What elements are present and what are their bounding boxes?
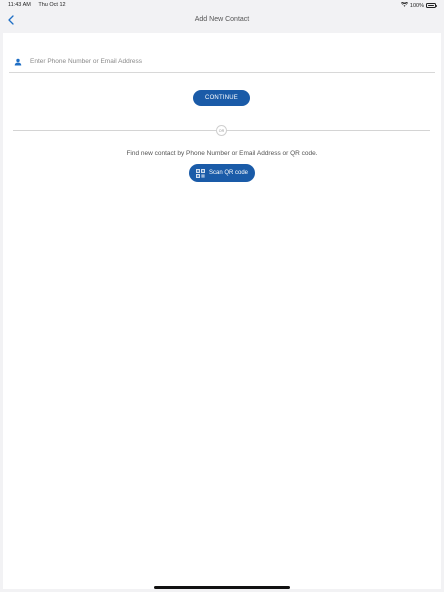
content-card: CONTINUE OR Find new contact by Phone Nu… bbox=[3, 33, 441, 589]
status-right: 100% bbox=[400, 1, 437, 9]
status-date: Thu Oct 12 bbox=[38, 2, 66, 8]
contact-input-row bbox=[9, 51, 435, 73]
page-title: Add New Contact bbox=[194, 16, 250, 23]
home-indicator bbox=[154, 586, 290, 589]
or-badge: OR bbox=[216, 125, 227, 136]
screen: 11:43 AM Thu Oct 12 100% Add New Contact… bbox=[0, 0, 444, 592]
status-left: 11:43 AM Thu Oct 12 bbox=[8, 2, 66, 8]
wifi-icon bbox=[400, 1, 409, 9]
scan-qr-button[interactable]: Scan QR code bbox=[189, 164, 255, 182]
nav-bar: Add New Contact bbox=[0, 10, 444, 32]
contact-search-input[interactable] bbox=[30, 58, 410, 65]
qr-code-icon bbox=[196, 168, 205, 178]
battery-fill bbox=[427, 4, 435, 7]
helper-text: Find new contact by Phone Number or Emai… bbox=[126, 150, 318, 157]
status-bar: 11:43 AM Thu Oct 12 100% bbox=[0, 0, 444, 10]
continue-button[interactable]: CONTINUE bbox=[193, 90, 250, 106]
person-icon bbox=[12, 56, 24, 68]
battery-icon bbox=[426, 3, 437, 8]
scan-qr-label: Scan QR code bbox=[208, 170, 249, 176]
battery-percent: 100% bbox=[409, 2, 424, 9]
status-time: 11:43 AM bbox=[8, 2, 31, 8]
